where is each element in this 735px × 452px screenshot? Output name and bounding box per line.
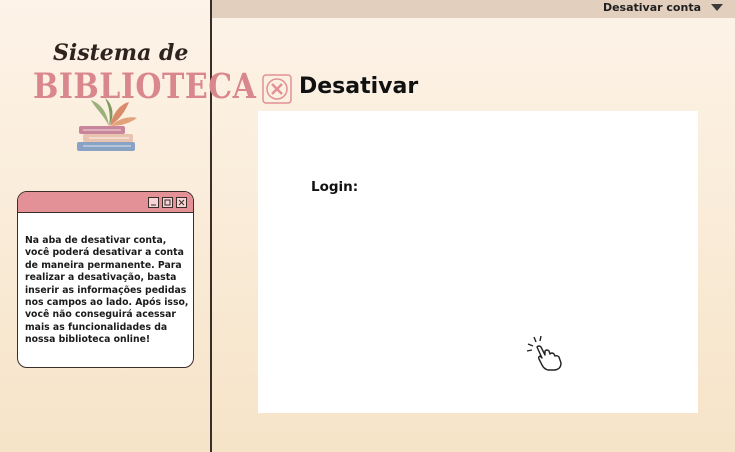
top-bar: Desativar conta [212,0,735,18]
minimize-icon[interactable] [148,196,159,208]
info-window-titlebar [18,192,193,213]
account-menu-label[interactable]: Desativar conta [603,1,701,14]
chevron-down-icon[interactable] [711,3,723,12]
deactivate-form-panel: Login: [258,111,698,413]
close-icon[interactable] [176,196,187,208]
sidebar: Sistema de BIBLIOTECA Na aba de desativa… [0,0,256,452]
info-window: Na aba de desativar conta, você poderá d… [17,191,194,368]
logo-title-line2: BIBLIOTECA [33,67,257,108]
login-field-label: Login: [311,179,359,195]
account-menu-dropdown[interactable]: Desativar conta [603,1,723,14]
info-description: Na aba de desativar conta, você poderá d… [25,235,189,346]
logo-title-line1: Sistema de [53,40,189,66]
library-logo: Sistema de BIBLIOTECA [25,38,256,163]
book-stack-icon [77,98,137,151]
deactivate-icon [262,74,292,104]
pointer-hand-icon [526,335,562,371]
page-title: Desativar [299,74,419,99]
maximize-icon[interactable] [162,196,173,208]
